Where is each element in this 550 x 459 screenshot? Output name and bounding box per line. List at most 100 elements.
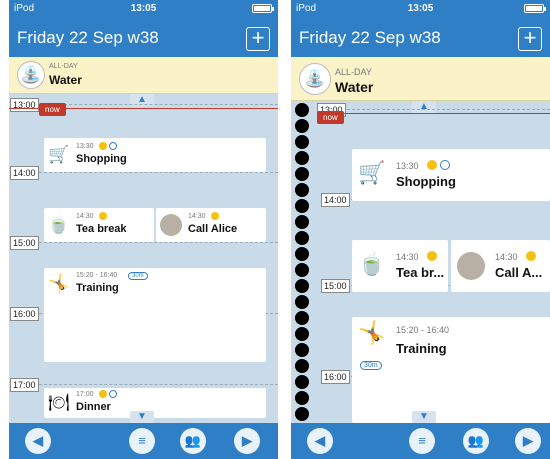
- event-title: Shopping: [396, 174, 456, 189]
- sprinkler-icon: ⛲: [17, 61, 45, 89]
- event-tea-break[interactable]: 🍵 14:30 Tea br...: [352, 240, 448, 292]
- gutter-dot: [295, 263, 309, 277]
- page-title: Friday 22 Sep w38: [299, 28, 441, 47]
- event-dinner[interactable]: 🍽 17:00 Dinner: [44, 388, 266, 418]
- next-day-icon[interactable]: ▶: [515, 428, 541, 454]
- gutter-dot: [295, 391, 309, 405]
- list-view-icon[interactable]: ≡: [409, 428, 435, 454]
- event-shopping[interactable]: 🛒 13:30 Shopping: [352, 149, 550, 201]
- battery-icon: [252, 4, 274, 13]
- event-time: 14:30: [76, 213, 94, 220]
- add-event-button[interactable]: +: [518, 27, 542, 51]
- hour-label: 14:00: [321, 193, 350, 207]
- now-badge: now: [317, 111, 344, 124]
- event-shopping[interactable]: 🛒 13:30 Shopping: [44, 138, 266, 172]
- audio-icon: [427, 251, 437, 261]
- gutter-dot: [295, 167, 309, 181]
- page-title: Friday 22 Sep w38: [17, 28, 159, 47]
- gutter-dot: [295, 151, 309, 165]
- event-title: Call A...: [495, 265, 543, 280]
- all-day-event[interactable]: ⛲ ALL-DAY Water: [9, 57, 278, 94]
- event-title: Dinner: [76, 401, 111, 413]
- gutter-dot: [295, 343, 309, 357]
- clock: 13:05: [130, 3, 157, 14]
- event-time: 17:00: [76, 391, 94, 398]
- event-title: Tea break: [76, 223, 127, 235]
- hour-line: [39, 104, 278, 105]
- prev-day-icon[interactable]: ◀: [25, 428, 51, 454]
- event-time: 13:30: [76, 143, 94, 150]
- event-call-alice[interactable]: 14:30 Call A...: [451, 240, 550, 292]
- audio-icon: [99, 390, 107, 398]
- info-icon: [440, 160, 450, 170]
- scroll-up-icon[interactable]: ▲: [412, 101, 436, 113]
- tea-icon: 🍵: [48, 215, 70, 234]
- event-time: 15:20 - 16:40: [396, 325, 450, 335]
- avatar: [457, 252, 485, 280]
- clock: 13:05: [407, 3, 434, 14]
- gutter-dot: [295, 375, 309, 389]
- now-line: [317, 113, 550, 114]
- event-title: Call Alice: [188, 223, 238, 235]
- gutter-dot: [295, 103, 309, 117]
- event-training[interactable]: 🤸 15:20 - 16:40 30m Training: [44, 268, 266, 362]
- info-icon: [109, 390, 117, 398]
- event-training[interactable]: 🤸 15:20 - 16:40 Training 30m: [352, 317, 550, 423]
- gutter-dot: [295, 279, 309, 293]
- event-time: 13:30: [396, 161, 419, 171]
- nav-bar: Friday 22 Sep w38 +: [9, 17, 278, 57]
- hour-label: 15:00: [10, 236, 39, 250]
- event-tea-break[interactable]: 🍵 14:30 Tea break: [44, 208, 154, 242]
- hour-label: 15:00: [321, 279, 350, 293]
- event-time: 14:30: [495, 252, 518, 262]
- sprinkler-icon: ⛲: [299, 63, 331, 95]
- status-bar: iPod 13:05: [291, 0, 550, 17]
- gutter-dot: [295, 359, 309, 373]
- shopping-cart-icon: 🛒: [358, 160, 386, 185]
- all-day-event[interactable]: ⛲ ALL-DAY Water: [291, 57, 550, 101]
- gutter-dot: [295, 135, 309, 149]
- scroll-down-icon[interactable]: ▼: [412, 411, 436, 423]
- timeline[interactable]: ▲ 13:00 now 14:00 15:00 16:00 🛒 13:30 Sh…: [291, 101, 550, 423]
- info-icon: [109, 142, 117, 150]
- add-event-button[interactable]: +: [246, 27, 270, 51]
- gutter-dot: [295, 407, 309, 421]
- status-bar: iPod 13:05: [9, 0, 278, 17]
- event-time: 14:30: [188, 213, 206, 220]
- gutter-dot: [295, 311, 309, 325]
- gutter-dot: [295, 247, 309, 261]
- running-icon: 🤸: [358, 320, 386, 345]
- people-icon[interactable]: 👥: [180, 428, 206, 454]
- hour-label: 14:00: [10, 166, 39, 180]
- event-call-alice[interactable]: 14:30 Call Alice: [156, 208, 266, 242]
- event-title: Training: [396, 341, 447, 356]
- scroll-down-icon[interactable]: ▼: [130, 411, 154, 423]
- audio-icon: [99, 212, 107, 220]
- calendar-day-screen-right: iPod 13:05 Friday 22 Sep w38 + ⛲ ALL-DAY…: [291, 0, 550, 459]
- gutter-dot: [295, 327, 309, 341]
- all-day-title: Water: [335, 79, 374, 95]
- gutter-dot: [295, 183, 309, 197]
- list-view-icon[interactable]: ≡: [129, 428, 155, 454]
- event-title: Training: [76, 282, 119, 294]
- hour-line: [39, 384, 278, 385]
- shopping-cart-icon: 🛒: [48, 145, 70, 164]
- hour-label: 16:00: [321, 370, 350, 384]
- duration-tag: 30m: [128, 272, 148, 280]
- next-day-icon[interactable]: ▶: [234, 428, 260, 454]
- battery-icon: [524, 4, 546, 13]
- audio-icon: [99, 142, 107, 150]
- all-day-label: ALL-DAY: [335, 67, 372, 77]
- audio-icon: [526, 251, 536, 261]
- hour-label: 17:00: [10, 378, 39, 392]
- event-title: Shopping: [76, 153, 127, 165]
- timeline[interactable]: ▲ 13:00 now 14:00 15:00 16:00 17:00 🛒 13…: [9, 94, 278, 423]
- prev-day-icon[interactable]: ◀: [307, 428, 333, 454]
- dinner-icon: 🍽: [48, 393, 70, 412]
- audio-icon: [211, 212, 219, 220]
- people-icon[interactable]: 👥: [463, 428, 489, 454]
- bottom-toolbar: ◀ ≡ 👥 ▶: [9, 423, 278, 459]
- duration-tag: 30m: [360, 361, 382, 370]
- gutter-dot: [295, 199, 309, 213]
- avatar: [160, 214, 182, 236]
